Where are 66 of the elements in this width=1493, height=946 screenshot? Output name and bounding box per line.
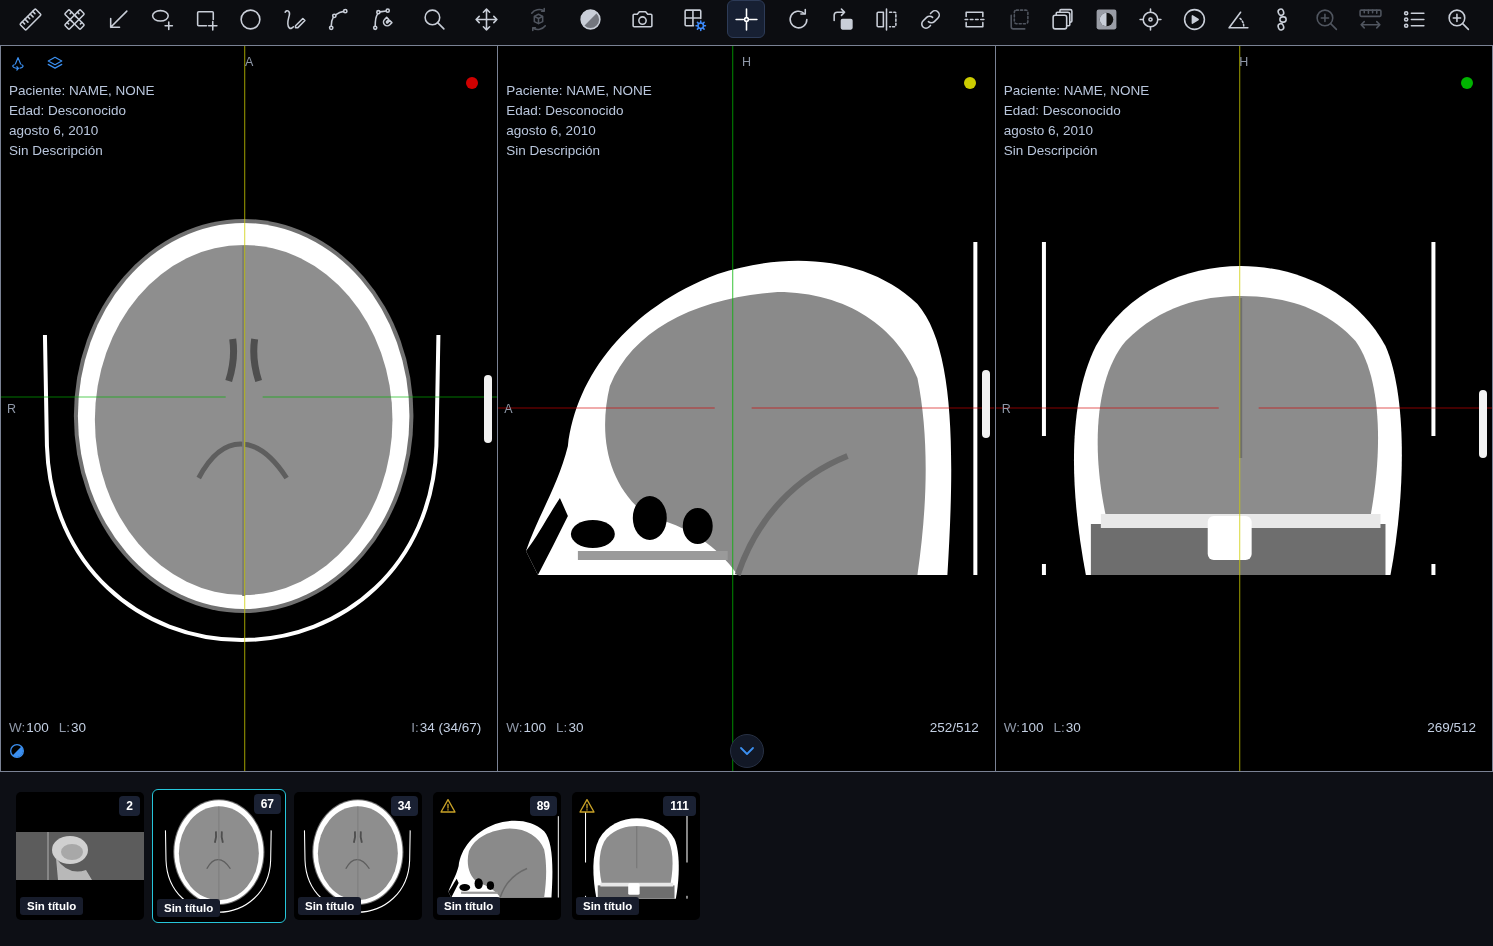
series-title-label: Sin título [20,897,84,915]
scrollbar-thumb[interactable] [1479,390,1487,458]
study-description-text: Sin Descripción [1003,142,1099,160]
series-thumbnail[interactable]: 111 Sin título [572,792,700,920]
image-count-badge: 67 [253,794,281,814]
window-level-text: L:30 [58,719,87,737]
grid-gear-icon [681,6,707,32]
orientation-label: H [741,55,751,69]
patient-age-text: Edad: Desconocido [9,102,128,120]
contrast-icon [577,6,603,32]
series-thumbnail[interactable]: 34 Sin título [294,792,422,920]
zoom-in-icon [1313,6,1339,32]
ruler-icon [17,6,43,32]
series-thumbnail[interactable]: 89 Sin título [433,792,561,920]
study-date-text: agosto 6, 2010 [9,122,100,140]
rotate-axis-icon[interactable] [9,55,27,73]
contrast-icon[interactable] [9,742,25,759]
window-width-text: W:100 [506,719,547,737]
crossed-rulers-icon [61,6,87,32]
orientation-label: A [504,401,513,416]
slice-number-text: 252/512 [929,719,979,737]
tool-button[interactable] [727,0,765,38]
study-description-text: Sin Descripción [506,142,602,160]
image-count-badge: 111 [663,796,696,816]
study-date-text: agosto 6, 2010 [1003,122,1094,140]
window-level-text: L:30 [1053,719,1081,737]
image-count-badge: 34 [390,796,418,816]
flip-icon [873,6,899,32]
slice-number-text: 269/512 [1427,719,1476,737]
orientation-label: R [1001,401,1011,416]
study-description-text: Sin Descripción [9,142,104,160]
patient-age-text: Edad: Desconocido [506,102,625,120]
patient-age-text: Edad: Desconocido [1003,102,1122,120]
viewport[interactable]: A Paciente: NAME, NONE Edad: Desconocido agosto 6, 2010 Sin Descripción R W:100 L:30 I:34 (34/67) [1,46,498,771]
stacked-squares-icon [1049,6,1075,32]
target-icon [1137,6,1163,32]
series-thumbnail[interactable]: 67 Sin título [152,789,286,923]
window-width-text: W:100 [9,719,49,737]
slice-number-text: I:34 (34/67) [411,719,482,737]
scrollbar-thumb[interactable] [981,370,990,438]
crosshair-icon [733,6,759,32]
orientation-label: H [1239,55,1249,69]
ruler-arrows-icon [1357,6,1383,32]
window-width-text: W:100 [1003,719,1044,737]
circle-icon [237,6,263,32]
image-count-badge: 89 [529,796,557,816]
image-count-badge: 2 [119,796,140,816]
study-date-text: agosto 6, 2010 [506,122,597,140]
series-title-label: Sin título [437,897,501,915]
patient-name-text: Paciente: NAME, NONE [9,82,155,100]
magnifier-icon [421,6,447,32]
viewport[interactable]: H Paciente: NAME, NONE Edad: Desconocido agosto 6, 2010 Sin Descripción A W:100 L:30 252/512 [498,46,995,771]
window-level-text: L:30 [556,719,584,737]
zoom-in-icon [1445,6,1471,32]
orientation-label: R [7,401,17,416]
series-title-label: Sin título [298,897,362,915]
patient-name-text: Paciente: NAME, NONE [1003,82,1150,100]
patient-name-text: Paciente: NAME, NONE [506,82,652,100]
series-title-label: Sin título [576,897,640,915]
play-icon [1181,6,1207,32]
orientation-label: A [245,55,254,69]
viewport[interactable]: H Paciente: NAME, NONE Edad: Desconocido agosto 6, 2010 Sin Descripción R W:100 L:30 269/512 [995,46,1492,771]
series-thumbnail[interactable]: 2 Sin título [16,792,144,920]
scrollbar-thumb[interactable] [484,375,493,443]
series-title-label: Sin título [157,899,221,917]
move-icon [473,6,499,32]
